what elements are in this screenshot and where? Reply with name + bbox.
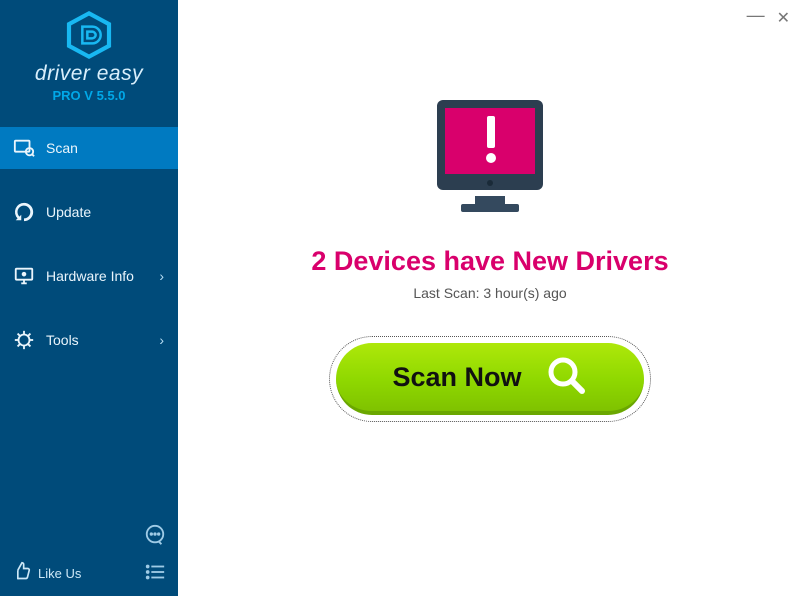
brand-logo-icon [64,10,114,60]
sidebar-item-scan[interactable]: Scan [0,127,178,169]
sidebar-item-update[interactable]: Update [0,191,178,233]
sidebar-footer: Like Us [0,561,178,586]
hardware-info-icon [12,265,36,287]
like-us-label: Like Us [38,566,81,581]
thumbs-up-icon [12,561,32,586]
alert-monitor-icon [425,92,555,222]
chevron-right-icon: › [159,332,164,348]
search-icon [544,353,588,402]
feedback-icon[interactable] [144,524,166,551]
sidebar-item-label: Hardware Info [46,268,134,284]
scan-now-label: Scan Now [392,362,521,393]
sidebar-item-tools[interactable]: Tools › [0,319,178,361]
chevron-right-icon: › [159,268,164,284]
like-us-button[interactable]: Like Us [12,561,166,586]
brand-version: PRO V 5.5.0 [0,88,178,103]
close-button[interactable]: ✕ [777,8,790,28]
sidebar: driver easy PRO V 5.5.0 Scan Update [0,0,178,596]
minimize-button[interactable]: — [747,8,765,28]
sidebar-item-label: Update [46,204,91,220]
sidebar-item-label: Scan [46,140,78,156]
main-content: 2 Devices have New Drivers Last Scan: 3 … [178,0,802,415]
brand-name: driver easy [0,62,178,86]
window-controls: — ✕ [747,8,790,28]
brand-block: driver easy PRO V 5.5.0 [0,0,178,111]
sidebar-item-label: Tools [46,332,79,348]
headline-text: 2 Devices have New Drivers [311,246,668,277]
main-panel: — ✕ 2 Devices have New Drivers Last Scan… [178,0,802,596]
scan-icon [12,137,36,159]
update-icon [12,201,36,223]
sidebar-nav: Scan Update Hardware Info › [0,127,178,361]
sidebar-item-hardware-info[interactable]: Hardware Info › [0,255,178,297]
last-scan-text: Last Scan: 3 hour(s) ago [413,285,566,301]
tools-icon [12,329,36,351]
scan-now-button[interactable]: Scan Now [336,343,644,415]
